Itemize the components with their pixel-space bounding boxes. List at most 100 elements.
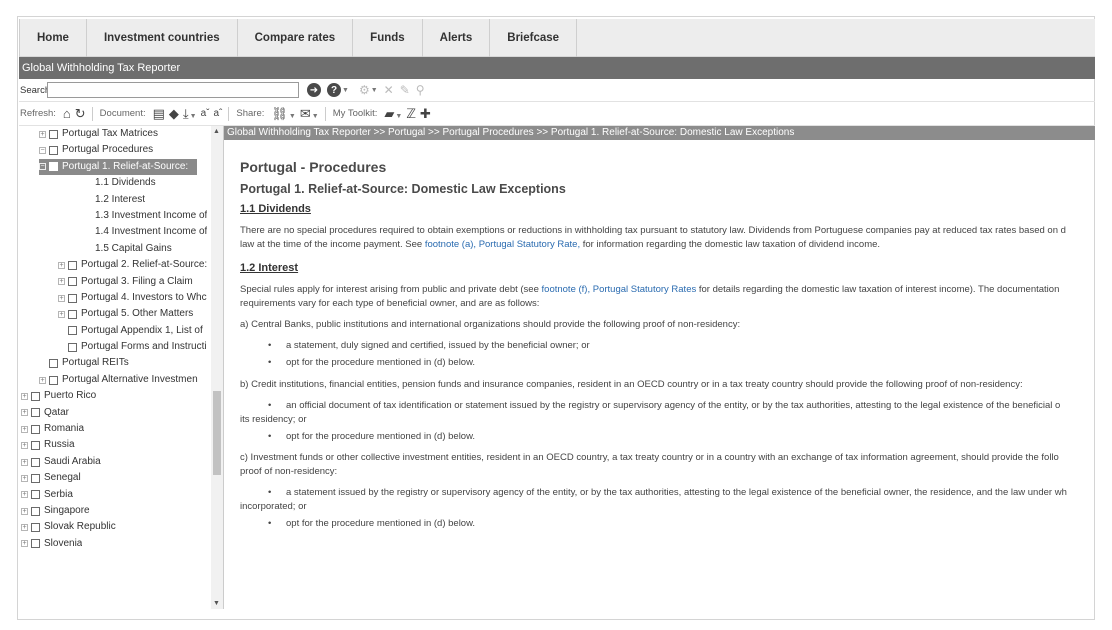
- checkbox[interactable]: [31, 457, 40, 467]
- zoom-icon[interactable]: ⚲: [416, 83, 425, 97]
- tree-node[interactable]: + Portugal Tax Matrices: [19, 126, 209, 142]
- tree-leaf[interactable]: 1.5 Capital Gains: [19, 241, 209, 257]
- checkbox[interactable]: [31, 473, 40, 483]
- expand-icon[interactable]: +: [58, 294, 65, 302]
- document-icon[interactable]: ▤: [153, 106, 165, 122]
- checkbox[interactable]: [49, 129, 58, 139]
- scroll-up-icon[interactable]: ▲: [213, 128, 220, 135]
- tree-node[interactable]: + Portugal 5. Other Matters: [19, 306, 209, 322]
- home-icon[interactable]: ⌂: [63, 106, 71, 121]
- tree-node[interactable]: + Portugal 2. Relief-at-Source:: [19, 257, 209, 273]
- expand-icon[interactable]: +: [58, 310, 65, 318]
- tree-node[interactable]: + Russia: [19, 437, 209, 453]
- checkbox[interactable]: [49, 375, 58, 385]
- tag-icon[interactable]: ◆: [169, 106, 179, 122]
- briefcase-icon[interactable]: ▰▼: [384, 106, 402, 122]
- tree-node[interactable]: Portugal Appendix 1, List of: [19, 323, 209, 339]
- checkbox[interactable]: [68, 342, 77, 352]
- checkbox[interactable]: [31, 523, 40, 533]
- checkbox[interactable]: [31, 539, 40, 549]
- tree-node-selected[interactable]: − Portugal 1. Relief-at-Source:: [39, 158, 197, 176]
- paragraph: law at the time of the income payment. S…: [240, 239, 881, 250]
- tab-briefcase[interactable]: Briefcase: [490, 19, 578, 57]
- expand-icon[interactable]: +: [21, 392, 28, 400]
- expand-icon[interactable]: +: [21, 474, 28, 482]
- tab-funds[interactable]: Funds: [353, 19, 423, 57]
- checkbox[interactable]: [31, 424, 40, 434]
- tree-node[interactable]: + Senegal: [19, 470, 209, 486]
- tree-node[interactable]: − Portugal Procedures: [19, 142, 209, 158]
- expand-icon[interactable]: +: [21, 425, 28, 433]
- checkbox[interactable]: [68, 277, 77, 287]
- tab-compare-rates[interactable]: Compare rates: [238, 19, 354, 57]
- checkbox[interactable]: [68, 309, 77, 319]
- checkbox[interactable]: [31, 506, 40, 516]
- tree-node[interactable]: + Saudi Arabia: [19, 454, 209, 470]
- expand-icon[interactable]: +: [21, 507, 28, 515]
- checkbox[interactable]: [49, 359, 58, 369]
- tree-node[interactable]: + Qatar: [19, 405, 209, 421]
- collapse-icon[interactable]: −: [39, 147, 46, 155]
- help-icon[interactable]: ? ▼: [327, 83, 349, 97]
- checkbox[interactable]: [68, 293, 77, 303]
- search-input[interactable]: [47, 82, 299, 98]
- list-item: • opt for the procedure mentioned in (d) …: [268, 431, 476, 442]
- expand-icon[interactable]: +: [58, 261, 65, 269]
- expand-icon[interactable]: +: [39, 376, 46, 384]
- tree-leaf[interactable]: 1.2 Interest: [19, 192, 209, 208]
- pencil-icon[interactable]: ✎: [400, 83, 410, 97]
- checkbox[interactable]: [31, 490, 40, 500]
- checkbox[interactable]: [31, 441, 40, 451]
- tree-node[interactable]: + Romania: [19, 421, 209, 437]
- tree-node[interactable]: Portugal REITs: [19, 355, 209, 371]
- expand-icon[interactable]: +: [39, 130, 46, 138]
- pin-icon[interactable]: ✚: [420, 106, 431, 122]
- tree-leaf[interactable]: 1.1 Dividends: [19, 175, 209, 191]
- tree-node[interactable]: Portugal Forms and Instructi: [19, 339, 209, 355]
- settings-gear-icon[interactable]: ⚙ ▼: [359, 83, 378, 97]
- footnote-link[interactable]: footnote (a), Portugal Statutory Rate,: [425, 239, 580, 250]
- scroll-down-icon[interactable]: ▼: [213, 600, 220, 607]
- checkbox[interactable]: [31, 391, 40, 401]
- tree-node[interactable]: + Serbia: [19, 487, 209, 503]
- scrollbar-thumb[interactable]: [213, 391, 221, 475]
- tree-scrollbar[interactable]: ▲ ▼: [211, 126, 223, 609]
- checkbox[interactable]: [49, 162, 58, 172]
- footnote-link[interactable]: footnote (f), Portugal Statutory Rates: [542, 284, 697, 295]
- checkbox[interactable]: [68, 260, 77, 270]
- page-subtitle: Portugal 1. Relief-at-Source: Domestic L…: [240, 182, 566, 196]
- font-increase-icon[interactable]: aˆ: [214, 108, 223, 119]
- tree-node[interactable]: + Puerto Rico: [19, 388, 209, 404]
- breadcrumb[interactable]: Global Withholding Tax Reporter >> Portu…: [224, 126, 1095, 140]
- expand-icon[interactable]: +: [21, 540, 28, 548]
- tree-leaf[interactable]: 1.3 Investment Income of: [19, 208, 209, 224]
- checkbox[interactable]: [49, 146, 58, 156]
- checkbox[interactable]: [68, 326, 77, 336]
- expand-icon[interactable]: +: [21, 458, 28, 466]
- expand-icon[interactable]: +: [21, 524, 28, 532]
- clear-x-icon[interactable]: ✕: [384, 83, 394, 97]
- expand-icon[interactable]: +: [21, 409, 28, 417]
- tree-node[interactable]: + Portugal Alternative Investmen: [19, 372, 209, 388]
- highlight-icon[interactable]: ℤ: [406, 106, 416, 122]
- download-icon[interactable]: ⤓▼: [183, 106, 197, 122]
- refresh-icon[interactable]: ↻: [75, 106, 86, 122]
- expand-icon[interactable]: +: [21, 491, 28, 499]
- tab-home[interactable]: Home: [19, 19, 87, 57]
- tree-node[interactable]: + Slovenia: [19, 536, 209, 552]
- tree-node[interactable]: + Singapore: [19, 503, 209, 519]
- tree-node[interactable]: + Portugal 4. Investors to Whc: [19, 290, 209, 306]
- expand-icon[interactable]: +: [58, 278, 65, 286]
- tree-leaf[interactable]: 1.4 Investment Income of: [19, 224, 209, 240]
- go-arrow-icon[interactable]: ➜: [307, 83, 321, 97]
- tab-alerts[interactable]: Alerts: [423, 19, 491, 57]
- collapse-icon[interactable]: −: [39, 163, 46, 171]
- email-icon[interactable]: ✉▼: [300, 106, 319, 122]
- link-icon[interactable]: ⛓▼: [271, 106, 295, 122]
- tree-node[interactable]: + Portugal 3. Filing a Claim: [19, 274, 209, 290]
- tree-node[interactable]: + Slovak Republic: [19, 519, 209, 535]
- checkbox[interactable]: [31, 408, 40, 418]
- expand-icon[interactable]: +: [21, 442, 28, 450]
- tab-investment-countries[interactable]: Investment countries: [87, 19, 238, 57]
- font-decrease-icon[interactable]: aˇ: [201, 108, 210, 119]
